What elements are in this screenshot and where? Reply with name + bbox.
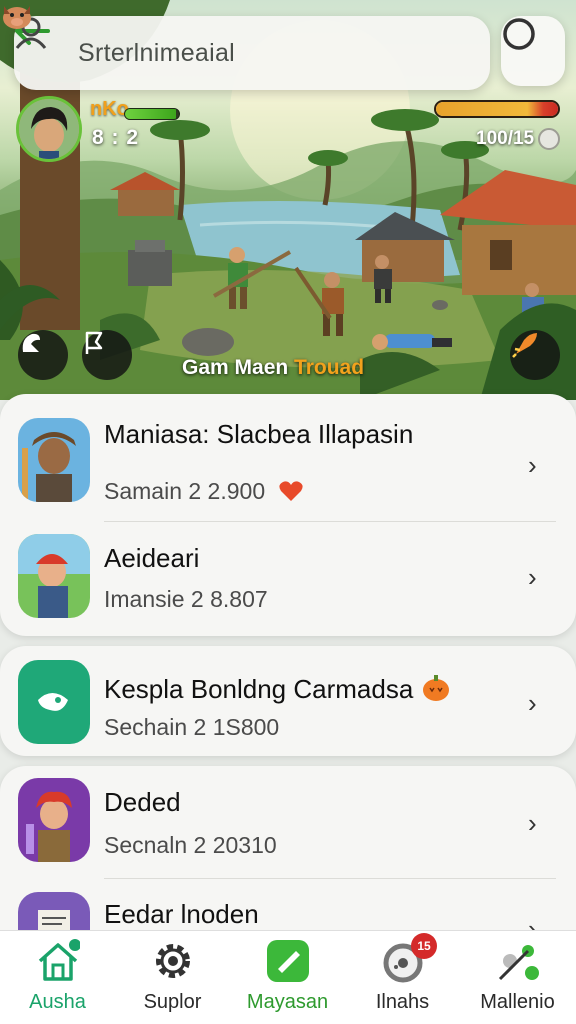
boar-icon bbox=[3, 6, 31, 29]
share-icon bbox=[498, 945, 539, 981]
ghost-skill-button[interactable] bbox=[18, 330, 68, 380]
gear-icon bbox=[156, 944, 190, 978]
enemy-health-fill bbox=[436, 102, 558, 116]
list-item[interactable]: Deded Secnaln 2 20310 › bbox=[0, 766, 576, 884]
app-logo-icon bbox=[18, 660, 90, 744]
rocket-icon bbox=[512, 333, 537, 358]
pumpkin-icon bbox=[422, 675, 449, 701]
list-item-subtitle: Secnaln 2 20310 bbox=[104, 832, 277, 858]
list-item-subtitle: Sechain 2 1S800 bbox=[104, 714, 280, 740]
pencil-icon bbox=[267, 940, 309, 982]
hero-portrait-icon bbox=[18, 778, 90, 862]
nav-item-disc[interactable]: 15 Ilnahs bbox=[345, 931, 460, 1024]
enemy-score: 100/15 bbox=[476, 128, 535, 149]
player-name: nKo bbox=[90, 98, 129, 120]
soldier-portrait-icon bbox=[18, 534, 90, 618]
list-item-title-text: Kespla Bonldng Carmadsa bbox=[104, 674, 414, 704]
game-thumbnail bbox=[18, 778, 90, 862]
nav-label: Ausha bbox=[29, 991, 86, 1013]
nav-label: Mayasan bbox=[246, 991, 329, 1013]
profile-search-button[interactable] bbox=[15, 16, 490, 90]
caption-main: Gam Maen bbox=[182, 356, 295, 379]
notification-badge: 15 bbox=[411, 933, 437, 959]
game-thumbnail bbox=[18, 660, 90, 744]
list-item-title: Deded bbox=[104, 787, 181, 817]
nav-item-home[interactable]: Ausha bbox=[0, 931, 115, 1024]
chevron-right-icon[interactable]: › bbox=[528, 808, 537, 839]
player-health-bar bbox=[124, 108, 180, 120]
divider bbox=[104, 878, 556, 879]
list-item[interactable]: Maniasa: Slacbea Illapasin Samain 2 2.90… bbox=[0, 394, 576, 512]
enemy-health-bar bbox=[434, 100, 560, 118]
list-item-subtitle: Imansie 2 8.807 bbox=[104, 586, 268, 612]
circle-icon bbox=[503, 18, 535, 50]
nav-item-settings[interactable]: Suplor bbox=[115, 931, 230, 1024]
player-health-fill bbox=[125, 109, 177, 119]
game-list-card: Kespla Bonldng Carmadsa Sechain 2 1S800 … bbox=[0, 646, 576, 756]
list-item-stat: Samain 2 2.900 bbox=[104, 478, 266, 504]
flag-icon bbox=[85, 331, 103, 354]
player-avatar[interactable] bbox=[16, 96, 82, 162]
flag-skill-button[interactable] bbox=[82, 330, 132, 380]
home-icon bbox=[38, 939, 80, 981]
nav-item-share[interactable]: Mallenio bbox=[460, 931, 575, 1024]
game-list-card: Maniasa: Slacbea Illapasin Samain 2 2.90… bbox=[0, 394, 576, 636]
nav-label: Suplor bbox=[143, 991, 202, 1013]
list-item-subtitle: Samain 2 2.900 bbox=[104, 478, 304, 505]
list-item[interactable]: Aeideari Imansie 2 8.807 › bbox=[0, 522, 576, 640]
bottom-navigation: Ausha Suplor Mayasan 15 Ilnahs Mallenio bbox=[0, 930, 576, 1024]
circle-menu-button[interactable] bbox=[501, 16, 565, 86]
warrior-portrait-icon bbox=[18, 418, 90, 502]
scene-caption: Gam Maen Trouad bbox=[182, 356, 364, 380]
chevron-right-icon[interactable]: › bbox=[528, 450, 537, 481]
player-score: 8 : 2 bbox=[92, 126, 140, 149]
ghost-icon bbox=[22, 333, 40, 352]
game-hero-scene: Srterlnimeaial nKo 8 : 2 100/15 Gam Maen… bbox=[0, 0, 576, 400]
rocket-skill-button[interactable] bbox=[510, 330, 560, 380]
list-item[interactable]: Kespla Bonldng Carmadsa Sechain 2 1S800 … bbox=[0, 646, 576, 756]
chevron-right-icon[interactable]: › bbox=[528, 562, 537, 593]
chevron-right-icon[interactable]: › bbox=[528, 688, 537, 719]
game-thumbnail bbox=[18, 418, 90, 502]
coin-icon bbox=[538, 128, 560, 150]
search-input[interactable]: Srterlnimeaial bbox=[78, 39, 428, 68]
list-item-title: Maniasa: Slacbea Illapasin bbox=[104, 419, 414, 449]
nav-label: Ilnahs bbox=[375, 991, 430, 1013]
nav-item-edit[interactable]: Mayasan bbox=[230, 931, 345, 1024]
search-bar[interactable]: Srterlnimeaial bbox=[14, 16, 490, 90]
list-item-title: Kespla Bonldng Carmadsa bbox=[104, 672, 451, 703]
list-item-title: Aeideari bbox=[104, 543, 200, 573]
caption-highlight: Trouad bbox=[294, 356, 365, 379]
game-thumbnail bbox=[18, 534, 90, 618]
list-item-title: Eedar lnoden bbox=[104, 899, 259, 929]
heart-icon bbox=[278, 481, 303, 501]
nav-label: Mallenio bbox=[480, 991, 555, 1013]
player-portrait-icon bbox=[19, 99, 79, 159]
